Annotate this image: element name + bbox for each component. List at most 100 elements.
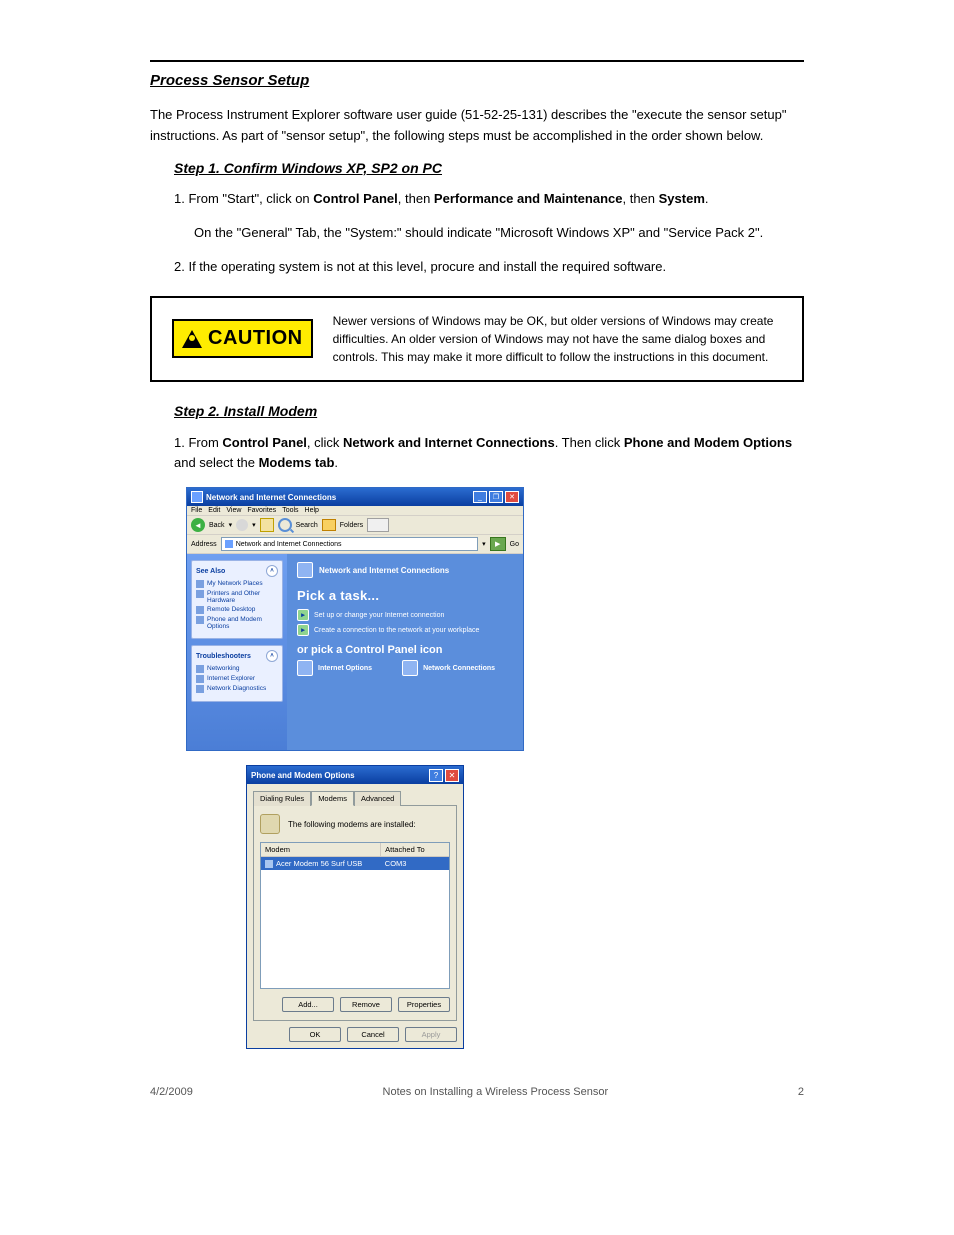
sidebar-item-label: Internet Explorer — [207, 675, 255, 682]
panel-label-row: The following modems are installed: — [260, 814, 450, 834]
address-dropdown-icon[interactable]: ▾ — [482, 540, 486, 548]
sidebar-item[interactable]: Network Diagnostics — [196, 685, 278, 693]
folders-icon[interactable] — [322, 519, 336, 531]
step2-line1: 1. From Control Panel, click Network and… — [174, 433, 804, 475]
forward-button-icon[interactable] — [236, 519, 248, 531]
window-title: Network and Internet Connections — [206, 493, 473, 502]
cancel-button[interactable]: Cancel — [347, 1027, 399, 1042]
t: Modems tab — [259, 455, 335, 470]
views-button-icon[interactable] — [367, 518, 389, 532]
collapse-icon[interactable]: ˄ — [266, 650, 278, 662]
t: , click — [307, 435, 343, 450]
titlebar[interactable]: Network and Internet Connections _ ❐ ✕ — [187, 488, 523, 506]
t: , then — [398, 191, 434, 206]
sidebar-item[interactable]: Printers and Other Hardware — [196, 590, 278, 604]
go-button[interactable]: ▶ — [490, 537, 506, 551]
document-page: Process Sensor Setup The Process Instrum… — [0, 0, 954, 1138]
footer-date: 4/2/2009 — [150, 1086, 193, 1098]
t: Performance and Maintenance — [434, 191, 623, 206]
cp-icon-internet-options[interactable]: Internet Options — [297, 660, 372, 676]
t: . Then click — [555, 435, 624, 450]
step-2-heading: Step 2. Install Modem — [174, 400, 804, 423]
sidebar-item-label: My Network Places — [207, 580, 263, 587]
go-label[interactable]: Go — [510, 541, 519, 548]
sidebar-item[interactable]: Networking — [196, 665, 278, 673]
tab-advanced[interactable]: Advanced — [354, 791, 401, 806]
dialog-buttons-row: OK Cancel Apply — [247, 1027, 463, 1048]
search-label[interactable]: Search — [296, 522, 318, 529]
link-icon — [196, 606, 204, 614]
sidebar-item[interactable]: Phone and Modem Options — [196, 616, 278, 630]
back-button-icon[interactable]: ◄ — [191, 518, 205, 532]
section-title: Process Sensor Setup — [150, 72, 804, 89]
cp-icon-network-connections[interactable]: Network Connections — [402, 660, 495, 676]
modem-list[interactable]: Modem Attached To Acer Modem 56 Surf USB… — [260, 842, 450, 989]
up-button-icon[interactable] — [260, 518, 274, 532]
menu-edit[interactable]: Edit — [208, 507, 220, 514]
apply-button[interactable]: Apply — [405, 1027, 457, 1042]
warning-triangle-icon — [182, 330, 202, 348]
tab-dialing-rules[interactable]: Dialing Rules — [253, 791, 311, 806]
fwd-dropdown-icon[interactable]: ▾ — [252, 521, 256, 529]
back-dropdown-icon[interactable]: ▾ — [229, 521, 233, 529]
remove-button[interactable]: Remove — [340, 997, 392, 1012]
menu-tools[interactable]: Tools — [282, 507, 298, 514]
dialog-title: Phone and Modem Options — [251, 771, 427, 780]
panel-troubleshooters: Troubleshooters ˄ Networking Internet Ex… — [191, 645, 283, 702]
sidebar-item[interactable]: Remote Desktop — [196, 606, 278, 614]
task-label: Create a connection to the network at yo… — [314, 627, 479, 634]
sidebar-item[interactable]: My Network Places — [196, 580, 278, 588]
add-button[interactable]: Add... — [282, 997, 334, 1012]
link-icon — [196, 685, 204, 693]
tab-modems[interactable]: Modems — [311, 791, 354, 806]
close-button[interactable]: ✕ — [505, 491, 519, 503]
back-label[interactable]: Back — [209, 522, 225, 529]
link-icon — [196, 616, 204, 624]
network-connections-icon — [402, 660, 418, 676]
link-icon — [196, 580, 204, 588]
sidebar-item-label: Remote Desktop — [207, 606, 255, 613]
task-link[interactable]: ▸Create a connection to the network at y… — [297, 624, 513, 636]
list-row-selected[interactable]: Acer Modem 56 Surf USB COM3 — [261, 857, 449, 870]
window-body: See Also ˄ My Network Places Printers an… — [187, 554, 523, 750]
caution-message: Newer versions of Windows may be OK, but… — [333, 312, 782, 366]
step1-title: Step 1. Confirm Windows XP, SP2 on PC — [174, 160, 442, 176]
panel-see-also: See Also ˄ My Network Places Printers an… — [191, 560, 283, 639]
tab-strip: Dialing Rules Modems Advanced — [247, 784, 463, 805]
panel-header[interactable]: See Also ˄ — [196, 565, 278, 577]
caution-badge: CAUTION — [172, 319, 313, 358]
col-attached-to[interactable]: Attached To — [381, 843, 449, 856]
collapse-icon[interactable]: ˄ — [266, 565, 278, 577]
address-bar: Address Network and Internet Connections… — [187, 535, 523, 554]
search-icon[interactable] — [278, 518, 292, 532]
step1-line3: 2. If the operating system is not at thi… — [174, 257, 804, 278]
pick-a-task-heading: Pick a task... — [297, 588, 513, 603]
address-icon — [225, 540, 233, 548]
link-icon — [196, 675, 204, 683]
modem-icon — [260, 814, 280, 834]
dialog-titlebar[interactable]: Phone and Modem Options ? ✕ — [247, 766, 463, 784]
step2-title: Step 2. Install Modem — [174, 403, 317, 419]
maximize-button[interactable]: ❐ — [489, 491, 503, 503]
t: . — [705, 191, 709, 206]
task-link[interactable]: ▸Set up or change your Internet connecti… — [297, 609, 513, 621]
caution-label: CAUTION — [208, 327, 303, 350]
folders-label[interactable]: Folders — [340, 522, 363, 529]
sidebar-item[interactable]: Internet Explorer — [196, 675, 278, 683]
address-field[interactable]: Network and Internet Connections — [221, 537, 478, 551]
menu-view[interactable]: View — [226, 507, 241, 514]
content-header: Network and Internet Connections — [297, 562, 513, 578]
menu-help[interactable]: Help — [305, 507, 319, 514]
properties-button[interactable]: Properties — [398, 997, 450, 1012]
menu-favorites[interactable]: Favorites — [247, 507, 276, 514]
close-button[interactable]: ✕ — [445, 769, 459, 782]
menubar: File Edit View Favorites Tools Help — [187, 506, 523, 516]
ok-button[interactable]: OK — [289, 1027, 341, 1042]
col-modem[interactable]: Modem — [261, 843, 381, 856]
minimize-button[interactable]: _ — [473, 491, 487, 503]
panel-header[interactable]: Troubleshooters ˄ — [196, 650, 278, 662]
cp-icon-label: Internet Options — [318, 665, 372, 672]
cp-icon-label: Network Connections — [423, 665, 495, 672]
menu-file[interactable]: File — [191, 507, 202, 514]
help-button[interactable]: ? — [429, 769, 443, 782]
